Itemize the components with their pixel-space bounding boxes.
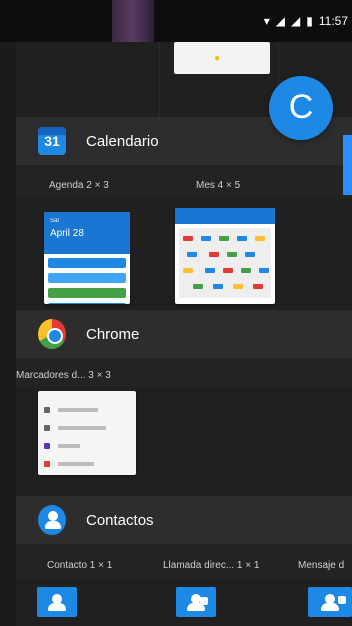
- widget-labels-contactos: Contacto 1 × 1 Llamada direc... 1 × 1 Me…: [16, 560, 352, 578]
- month-event: [233, 284, 243, 289]
- bookmark-text-line: [58, 426, 106, 430]
- wallpaper-strip: [112, 0, 154, 42]
- bookmark-text-line: [58, 444, 80, 448]
- chrome-logo: [38, 319, 66, 349]
- agenda-event: [48, 258, 126, 268]
- sun-icon: ●: [213, 52, 221, 64]
- agenda-event: [48, 303, 126, 304]
- divider: [16, 310, 352, 311]
- widget-label-mensaje: Mensaje d: [298, 560, 345, 571]
- month-event: [183, 236, 193, 241]
- bubble-letter: C: [288, 87, 314, 126]
- month-event: [219, 236, 229, 241]
- wifi-icon: ▾: [263, 14, 270, 28]
- weather-widget-preview[interactable]: ●: [174, 42, 270, 74]
- status-bar: ▾ ◢ ◢ ▮ 11:57: [0, 0, 352, 42]
- bookmark-text-line: [58, 408, 98, 412]
- agenda-day: Sat: [50, 218, 60, 224]
- section-header-contactos: Contactos: [16, 496, 352, 544]
- person-body: [48, 603, 66, 611]
- bookmark-icon: [44, 443, 50, 449]
- agenda-events: [48, 258, 126, 304]
- bookmark-icon: [44, 461, 50, 467]
- signal-icon: ◢: [275, 14, 286, 28]
- month-event: [253, 284, 263, 289]
- month-header: [175, 208, 275, 224]
- divider: [16, 496, 352, 497]
- widget-labels-calendario: Agenda 2 × 3 Mes 4 × 5: [16, 180, 352, 198]
- divider: [159, 42, 160, 117]
- overlay-side-bar: [343, 135, 352, 195]
- month-event: [223, 268, 233, 273]
- battery-icon: ▮: [306, 14, 313, 28]
- month-event: [255, 236, 265, 241]
- month-event: [187, 252, 197, 257]
- month-event: [205, 268, 215, 273]
- month-event: [201, 236, 211, 241]
- message-icon: [338, 596, 346, 604]
- month-event: [183, 268, 193, 273]
- section-header-chrome: Chrome: [16, 310, 352, 358]
- chat-head-bubble[interactable]: C: [269, 76, 333, 140]
- agenda-header: Sat April 28: [44, 212, 130, 254]
- month-event: [259, 268, 269, 273]
- status-time: 11:57: [318, 14, 348, 28]
- section-title-calendario: Calendario: [86, 132, 159, 150]
- phone-icon: [200, 597, 208, 605]
- bookmark-row: [44, 421, 106, 435]
- direct-message-widget-preview[interactable]: [308, 587, 352, 617]
- agenda-event: [48, 273, 126, 283]
- agenda-date: April 28: [50, 228, 84, 239]
- bookmark-text-line: [58, 462, 94, 466]
- bookmarks-widget-preview[interactable]: [38, 391, 136, 475]
- month-event: [245, 252, 255, 257]
- month-event: [193, 284, 203, 289]
- month-grid: [179, 228, 271, 298]
- bookmark-icon: [44, 425, 50, 431]
- status-icons: ▾ ◢ ◢ ▮ 11:57: [264, 14, 348, 28]
- widget-label-agenda: Agenda 2 × 3: [49, 180, 109, 191]
- bookmark-icon: [44, 407, 50, 413]
- person-body: [321, 603, 339, 611]
- widget-label-mes: Mes 4 × 5: [196, 180, 241, 191]
- chrome-icon: [38, 319, 66, 349]
- month-event: [213, 284, 223, 289]
- bookmark-row: [44, 403, 98, 417]
- section-title-chrome: Chrome: [86, 325, 140, 343]
- month-widget-preview[interactable]: [175, 208, 275, 304]
- widget-picker-screen: ▾ ◢ ◢ ▮ 11:57 ● 31 Calendario Agenda 2 ×…: [0, 0, 352, 626]
- month-event: [227, 252, 237, 257]
- agenda-event: [48, 288, 126, 298]
- signal-icon: ◢: [291, 14, 301, 28]
- contacts-icon: [38, 505, 66, 535]
- calendar-icon: 31: [38, 127, 66, 155]
- month-event: [237, 236, 247, 241]
- month-event: [241, 268, 251, 273]
- bookmark-row: [44, 439, 80, 453]
- direct-call-widget-preview[interactable]: [176, 587, 216, 617]
- widget-label-marcadores: Marcadores d... 3 × 3: [16, 370, 111, 381]
- contacts-logo: [38, 505, 66, 535]
- contact-widget-preview[interactable]: [37, 587, 77, 617]
- widget-label-contacto: Contacto 1 × 1: [47, 560, 113, 571]
- section-title-contactos: Contactos: [86, 511, 154, 529]
- agenda-widget-preview[interactable]: Sat April 28: [44, 212, 130, 304]
- widget-label-llamada: Llamada direc... 1 × 1: [163, 560, 260, 571]
- month-event: [209, 252, 219, 257]
- bookmark-row: [44, 457, 94, 471]
